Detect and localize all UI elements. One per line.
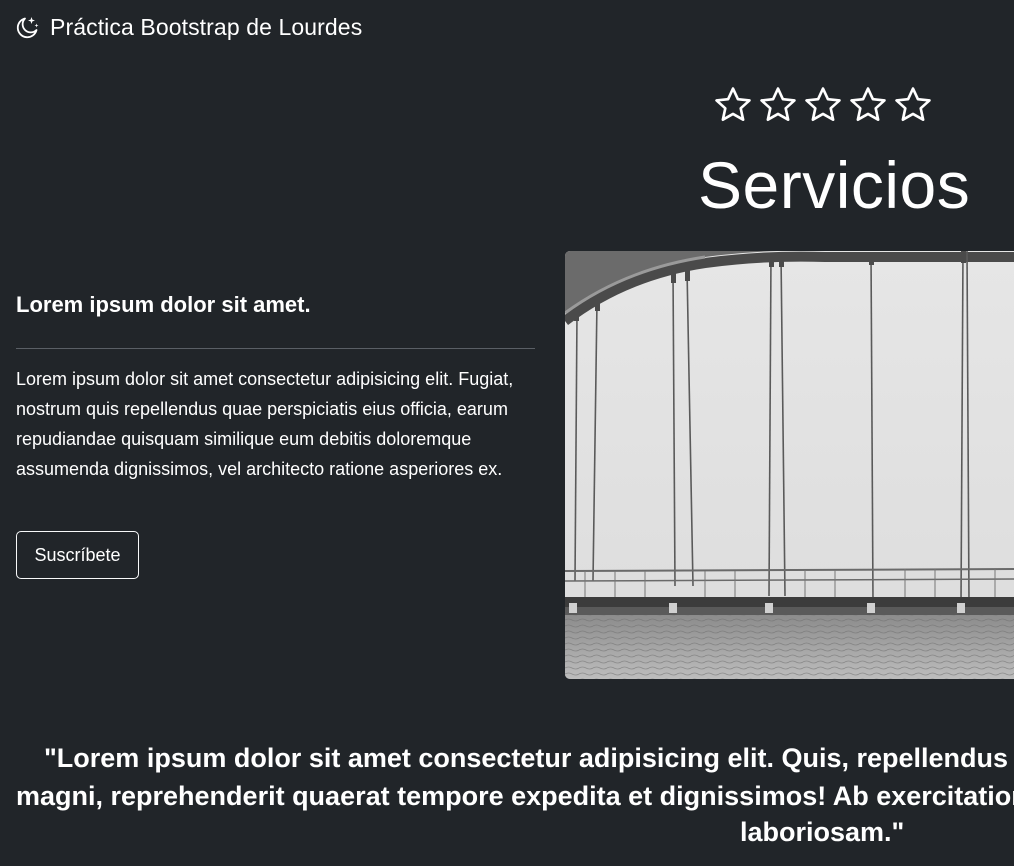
- quote-line: magni, reprehenderit quaerat tempore exp…: [16, 781, 1014, 811]
- brand-title[interactable]: Práctica Bootstrap de Lourdes: [50, 14, 362, 41]
- star-icon[interactable]: [712, 84, 754, 126]
- subscribe-button[interactable]: Suscríbete: [16, 531, 139, 579]
- card-heading: Lorem ipsum dolor sit amet.: [16, 292, 311, 317]
- quote-line: "Lorem ipsum dolor sit amet consectetur …: [44, 743, 1009, 773]
- star-icon[interactable]: [757, 84, 799, 126]
- services-title: Servicios: [698, 148, 971, 222]
- star-icon[interactable]: [892, 84, 934, 126]
- quote-line: laboriosam.": [740, 817, 905, 847]
- moon-stars-icon[interactable]: [14, 15, 40, 41]
- bridge-image: [565, 251, 1014, 679]
- divider: [16, 348, 535, 349]
- page: Práctica Bootstrap de Lourdes Servicios …: [0, 0, 1014, 866]
- card-text: Lorem ipsum dolor sit amet consectetur a…: [16, 369, 514, 479]
- star-icon[interactable]: [847, 84, 889, 126]
- navbar: Práctica Bootstrap de Lourdes: [14, 14, 362, 41]
- star-rating: [712, 84, 934, 126]
- star-icon[interactable]: [802, 84, 844, 126]
